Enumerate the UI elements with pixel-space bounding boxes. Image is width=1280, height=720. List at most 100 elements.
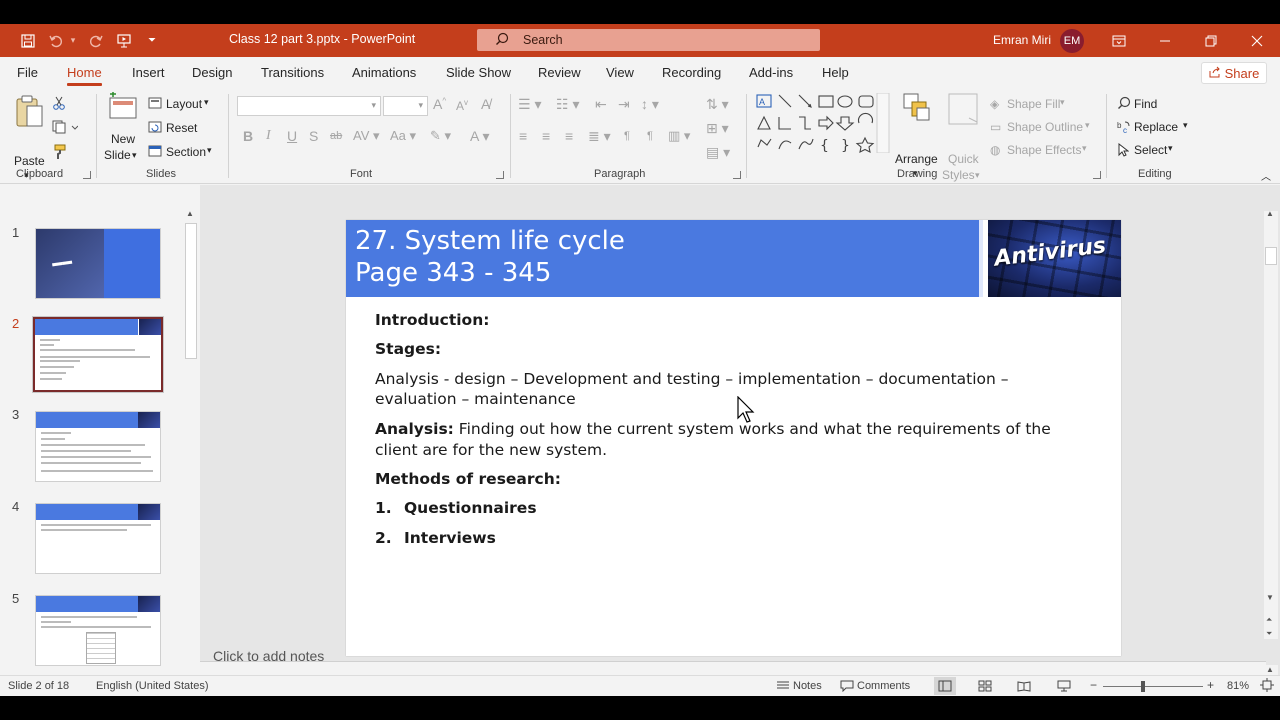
comments-icon[interactable] <box>840 680 854 695</box>
zoom-level[interactable]: 81% <box>1227 680 1249 692</box>
align-center-icon[interactable]: ≡ <box>542 128 550 144</box>
font-name-combo[interactable]: ▾ <box>237 96 381 116</box>
drawing-launcher-icon[interactable] <box>1093 171 1101 179</box>
strikethrough-icon[interactable]: ab <box>330 130 342 142</box>
font-name-dropdown-icon[interactable]: ▾ <box>371 100 376 111</box>
character-spacing-icon[interactable]: AV ▾ <box>353 128 380 144</box>
quick-styles-label-2[interactable]: Styles <box>942 168 975 182</box>
select-icon[interactable] <box>1117 142 1130 160</box>
slide-thumbnail-4[interactable] <box>35 503 161 574</box>
scrollbar-thumb[interactable] <box>185 223 197 359</box>
tab-view[interactable]: View <box>606 65 634 80</box>
quick-styles-label-1[interactable]: Quick <box>948 152 979 166</box>
notes-icon[interactable] <box>776 680 790 693</box>
reset-icon[interactable] <box>148 121 162 136</box>
paste-button[interactable]: Paste <box>14 154 45 168</box>
reset-button[interactable]: Reset <box>166 121 197 135</box>
present-from-beginning-icon[interactable] <box>110 24 138 57</box>
underline-icon[interactable]: U <box>287 128 297 144</box>
user-name[interactable]: Emran Miri <box>993 33 1051 47</box>
format-painter-icon[interactable] <box>52 144 68 163</box>
shape-outline-dropdown-icon[interactable]: ▾ <box>1085 120 1090 131</box>
scrollbar-thumb[interactable] <box>1265 247 1277 265</box>
close-icon[interactable] <box>1234 24 1280 57</box>
font-color-icon[interactable]: A ▾ <box>470 128 489 145</box>
layout-dropdown-icon[interactable]: ▾ <box>204 97 209 108</box>
notes-placeholder[interactable]: Click to add notes <box>213 648 324 664</box>
replace-icon[interactable]: bc <box>1117 120 1131 137</box>
zoom-out-icon[interactable]: − <box>1090 678 1097 692</box>
tab-help[interactable]: Help <box>822 65 849 80</box>
tab-file[interactable]: File <box>17 65 38 80</box>
paragraph-launcher-icon[interactable] <box>733 171 741 179</box>
shapes-gallery[interactable]: A {} <box>755 92 893 156</box>
thumbnails-scrollbar[interactable]: ▲ ▼ <box>184 209 198 691</box>
copy-icon[interactable] <box>52 120 79 137</box>
previous-slide-icon[interactable]: ⏶ <box>1266 615 1272 625</box>
avatar[interactable]: EM <box>1060 29 1084 53</box>
replace-dropdown-icon[interactable]: ▾ <box>1183 120 1188 131</box>
arrange-button[interactable]: Arrange <box>895 152 938 166</box>
align-text-icon[interactable]: ⊞ ▾ <box>706 120 729 137</box>
slide-thumbnail-5[interactable] <box>35 595 161 666</box>
shape-outline-icon[interactable]: ▭ <box>990 120 1001 134</box>
slide-thumbnail-3[interactable] <box>35 411 161 482</box>
font-launcher-icon[interactable] <box>496 171 504 179</box>
new-slide-dropdown-icon[interactable]: ▾ <box>132 150 137 161</box>
font-size-combo[interactable]: ▾ <box>383 96 428 116</box>
select-button[interactable]: Select <box>1134 143 1167 157</box>
shape-outline-button[interactable]: Shape Outline <box>1007 120 1083 134</box>
slide-thumbnail-2[interactable] <box>32 316 164 393</box>
shape-effects-dropdown-icon[interactable]: ▾ <box>1082 143 1087 154</box>
justify-icon[interactable]: ≣ ▾ <box>588 128 611 145</box>
decrease-font-size-icon[interactable]: Av <box>456 98 468 113</box>
restore-icon[interactable] <box>1188 24 1234 57</box>
reading-view-icon[interactable] <box>1013 677 1035 695</box>
shape-effects-button[interactable]: Shape Effects <box>1007 143 1082 157</box>
slide-canvas[interactable]: 27. System life cycle Page 343 - 345 Ant… <box>346 220 1121 656</box>
tab-transitions[interactable]: Transitions <box>261 65 324 80</box>
increase-indent-icon[interactable]: ⇥ <box>618 96 630 113</box>
zoom-slider[interactable] <box>1103 686 1203 687</box>
layout-icon[interactable] <box>148 97 162 112</box>
redo-icon[interactable] <box>82 24 110 57</box>
undo-dropdown-icon[interactable]: ▾ <box>66 24 80 57</box>
line-spacing-icon[interactable]: ↕ ▾ <box>641 96 659 113</box>
quick-styles-dropdown-icon[interactable]: ▾ <box>975 170 980 181</box>
fit-slide-to-window-icon[interactable] <box>1260 678 1274 695</box>
shape-fill-dropdown-icon[interactable]: ▾ <box>1060 97 1065 108</box>
shape-effects-icon[interactable]: ◍ <box>990 143 1000 157</box>
notes-pane[interactable] <box>200 662 1266 675</box>
slide-thumbnail-1[interactable]: ▬▬ <box>35 228 161 299</box>
columns-icon[interactable]: ▥ ▾ <box>668 128 690 144</box>
clipboard-launcher-icon[interactable] <box>83 171 91 179</box>
language-indicator[interactable]: English (United States) <box>96 680 209 692</box>
arrange-icon[interactable] <box>902 92 932 125</box>
increase-font-size-icon[interactable]: A^ <box>433 96 446 112</box>
tab-animations[interactable]: Animations <box>352 65 416 80</box>
comments-button[interactable]: Comments <box>857 680 910 692</box>
align-left-icon[interactable]: ≡ <box>519 128 527 144</box>
bullets-icon[interactable]: ☰ ▾ <box>518 96 541 113</box>
new-slide-label-2[interactable]: Slide <box>104 148 131 162</box>
shape-fill-icon[interactable]: ◈ <box>990 97 999 111</box>
tab-slide-show[interactable]: Slide Show <box>446 65 511 80</box>
numbering-icon[interactable]: ☷ ▾ <box>556 96 579 113</box>
convert-to-smartart-icon[interactable]: ▤ ▾ <box>706 144 730 161</box>
collapse-ribbon-icon[interactable]: ︿ <box>1261 168 1271 183</box>
layout-button[interactable]: Layout <box>166 97 202 111</box>
zoom-slider-thumb[interactable] <box>1141 681 1145 692</box>
font-size-dropdown-icon[interactable]: ▾ <box>418 100 423 111</box>
cut-icon[interactable] <box>52 96 66 113</box>
find-icon[interactable] <box>1117 96 1131 113</box>
slide-show-icon[interactable] <box>1053 677 1075 695</box>
bold-icon[interactable]: B <box>243 128 253 144</box>
replace-button[interactable]: Replace <box>1134 120 1178 134</box>
align-right-icon[interactable]: ≡ <box>565 128 573 144</box>
slide-scrollbar[interactable]: ▲ ▼ ⏶ ⏷ <box>1264 209 1278 639</box>
ltr-icon[interactable]: ¶ <box>624 130 630 142</box>
slide-subtitle[interactable]: Page 343 - 345 <box>355 258 551 288</box>
tab-insert[interactable]: Insert <box>132 65 165 80</box>
text-shadow-icon[interactable]: S <box>309 128 318 144</box>
save-icon[interactable] <box>14 24 42 57</box>
